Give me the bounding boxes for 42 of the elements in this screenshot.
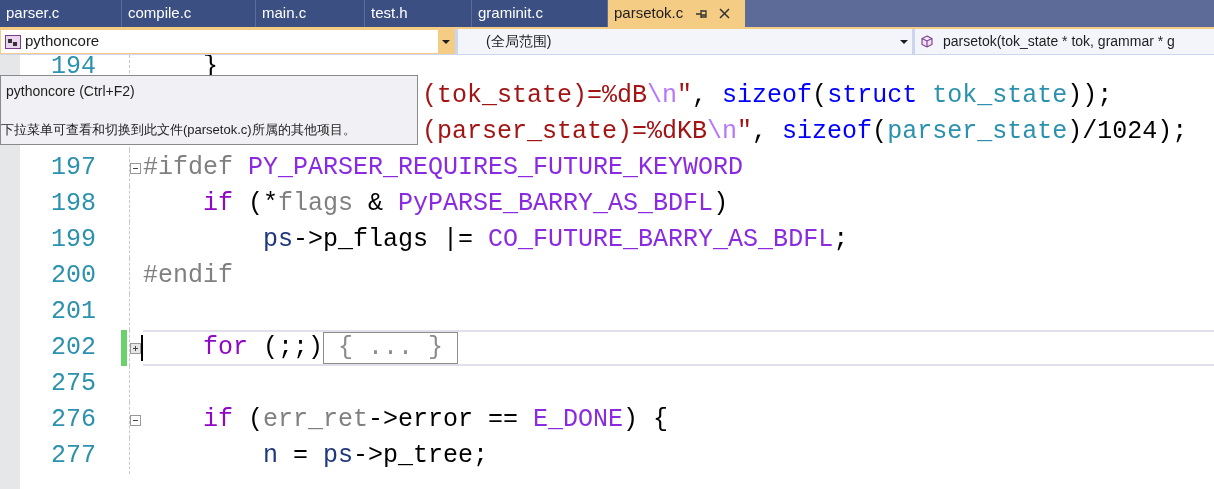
file-tab[interactable]: compile.c [122, 0, 255, 27]
text-cursor [141, 335, 143, 361]
project-dropdown[interactable]: pythoncore [0, 29, 455, 54]
line-number: 275 [50, 368, 96, 401]
code-line: (parser_state)=%dKB\n", sizeof(parser_state)/1024); [422, 116, 1188, 149]
scope-label: (全局范围) [486, 32, 553, 51]
code-line: if (err_ret->error == E_DONE) { [202, 404, 669, 437]
code-line: n = ps->p_tree; [262, 440, 489, 473]
dropdown-arrow[interactable] [900, 39, 908, 44]
cube-icon [921, 35, 933, 48]
line-number: 201 [50, 296, 96, 329]
code-line: #ifdef PY_PARSER_REQUIRES_FUTURE_KEYWORD [143, 152, 744, 185]
pin-icon[interactable] [695, 8, 708, 19]
close-icon[interactable] [719, 8, 731, 19]
line-number: 277 [50, 440, 96, 473]
code-line: ps->p_flags |= CO_FUTURE_BARRY_AS_BDFL; [262, 224, 849, 257]
line-number: 199 [50, 224, 96, 257]
scope-dropdown[interactable]: (全局范围) [458, 29, 912, 54]
line-number: 198 [50, 188, 96, 221]
code-line: if (*flags & PyPARSE_BARRY_AS_BDFL) [202, 188, 729, 221]
file-tab[interactable]: test.h [365, 0, 471, 27]
line-number: 194 [50, 55, 96, 78]
collapse-icon[interactable] [130, 163, 141, 174]
code-line: (tok_state)=%dB\n", sizeof(struct tok_state)); [422, 80, 1113, 113]
collapse-icon[interactable] [130, 415, 141, 426]
project-name: pythoncore [25, 31, 101, 52]
tooltip-title: pythoncore (Ctrl+F2) [5, 82, 136, 101]
tooltip-description: 下拉菜单可查看和切换到此文件(parsetok.c)所属的其他项目。 [1, 120, 357, 139]
line-number: 202 [50, 332, 96, 365]
line-number: 200 [50, 260, 96, 293]
line-number: 276 [50, 404, 96, 437]
file-tab[interactable]: parser.c [0, 0, 121, 27]
member-dropdown[interactable]: parsetok(tok_state * tok, grammar * g [915, 29, 1214, 54]
code-line: for (;;) [202, 332, 324, 365]
file-tab[interactable]: parsetok.c [608, 0, 745, 27]
file-tab[interactable]: main.c [256, 0, 364, 27]
line-number: 197 [50, 152, 96, 185]
expand-icon[interactable] [130, 343, 141, 354]
member-signature: parsetok(tok_state * tok, grammar * g [943, 32, 1175, 51]
project-icon [5, 34, 21, 49]
code-line: #endif [143, 260, 233, 293]
file-tab[interactable]: graminit.c [472, 0, 607, 27]
